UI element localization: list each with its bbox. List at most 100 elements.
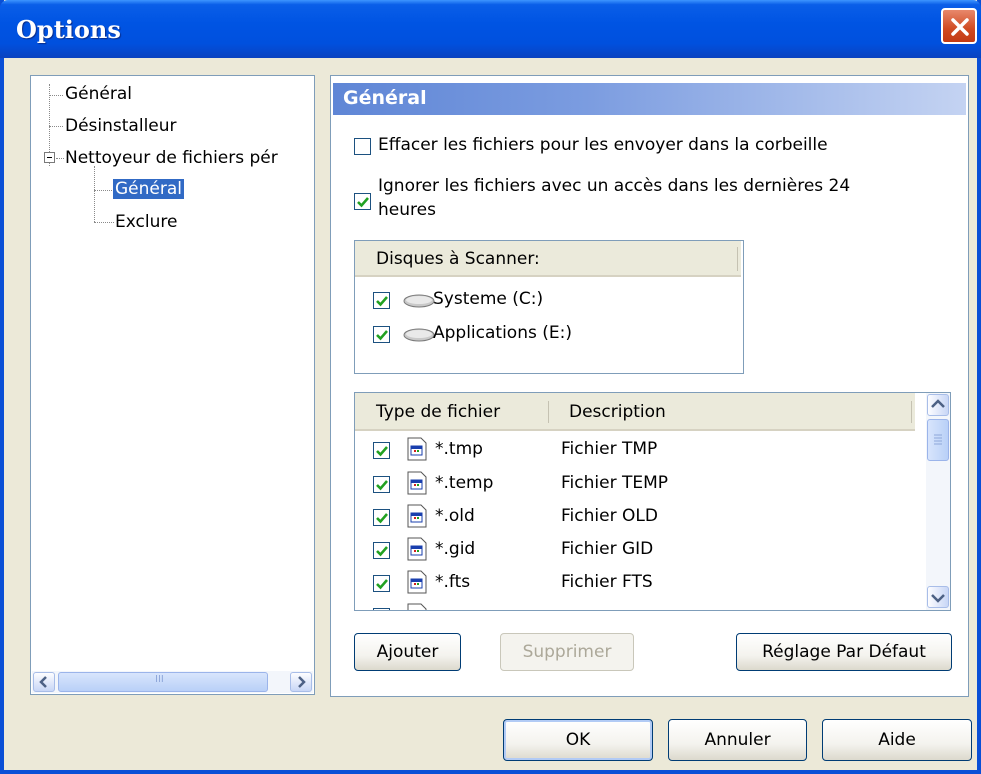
column-header-description[interactable]: Description (569, 402, 666, 422)
tree-item-label: Nettoyeur de fichiers pér (65, 148, 278, 168)
column-separator[interactable] (911, 401, 912, 423)
scroll-grip: III (155, 674, 164, 685)
title-bar[interactable]: Options (0, 0, 981, 58)
recycle-bin-label: Effacer les fichiers pour les envoyer da… (378, 135, 828, 155)
chevron-left-icon (39, 676, 47, 688)
row-checkbox[interactable] (373, 575, 390, 592)
window-title: Options (16, 15, 121, 44)
panel-header: Général (333, 83, 966, 115)
tree-connector (49, 95, 63, 96)
file-types-header: Type de fichier Description (355, 393, 915, 431)
tree-item-uninstaller[interactable]: Désinstalleur (65, 116, 177, 136)
tree-connector (94, 222, 114, 223)
drive-e-checkbox[interactable] (373, 326, 390, 343)
drive-c-label: Systeme (C:) (433, 289, 544, 309)
close-button[interactable] (941, 8, 977, 44)
ok-button[interactable]: OK (503, 719, 653, 761)
scroll-left-button[interactable] (33, 672, 55, 692)
scroll-grip-icon (934, 434, 942, 445)
chevron-right-icon (298, 676, 306, 688)
file-description: Fichier TMP (561, 439, 658, 459)
tree-connector (49, 126, 63, 127)
table-row[interactable]: *.temp Fichier TEMP (355, 467, 915, 501)
column-separator[interactable] (548, 401, 549, 423)
tree-item-general[interactable]: Général (65, 84, 132, 104)
recycle-bin-checkbox[interactable] (354, 138, 371, 155)
checkmark-icon (357, 197, 369, 208)
settings-panel: Général Effacer les fichiers pour les en… (330, 75, 969, 697)
checkmark-icon (376, 330, 388, 341)
checkmark-icon (376, 513, 388, 524)
tree-connector (56, 158, 64, 159)
close-icon (951, 18, 969, 36)
scroll-thumb[interactable]: III (58, 672, 268, 692)
chevron-down-icon (931, 594, 945, 603)
drives-header[interactable]: Disques à Scanner: (355, 241, 741, 277)
checkmark-icon (376, 296, 388, 307)
drive-e-label: Applications (E:) (433, 323, 572, 343)
file-description: Fichier FTS (561, 572, 653, 592)
file-list-vertical-scrollbar[interactable] (926, 393, 950, 610)
remove-button[interactable]: Supprimer (500, 633, 634, 671)
checkmark-icon (376, 579, 388, 590)
file-description: Fichier OLD (561, 506, 658, 526)
table-row[interactable]: *.fts Fichier FTS (355, 566, 915, 600)
scroll-thumb[interactable] (927, 419, 949, 461)
row-checkbox[interactable] (373, 608, 390, 610)
tree-item-label: Général (113, 179, 184, 199)
file-type-label: *.fts (435, 572, 471, 592)
tree-item-exclude[interactable]: Exclure (115, 212, 177, 232)
file-type-icon (407, 537, 427, 561)
file-description: Fichier GID (561, 539, 654, 559)
row-checkbox[interactable] (373, 542, 390, 559)
cancel-button[interactable]: Annuler (668, 719, 807, 761)
row-checkbox[interactable] (373, 442, 390, 459)
drive-icon (403, 328, 435, 342)
chevron-up-icon (931, 399, 945, 408)
file-types-list[interactable]: Type de fichier Description *.tmp Fichie… (354, 392, 951, 611)
collapse-toggle[interactable] (44, 152, 55, 163)
tree-horizontal-scrollbar[interactable]: III (32, 671, 313, 693)
tree-connector (94, 190, 114, 191)
add-button[interactable]: Ajouter (354, 633, 461, 671)
table-row[interactable]: *.old Fichier OLD (355, 500, 915, 534)
file-type-label: *.old (435, 506, 475, 526)
file-type-label: *.tmp (435, 439, 483, 459)
file-type-label: *.temp (435, 473, 494, 493)
tree-item-label: Général (65, 84, 132, 104)
table-row[interactable]: *.tmp Fichier TMP (355, 433, 915, 467)
checkmark-icon (376, 546, 388, 557)
options-tree[interactable]: Général Désinstalleur Nettoyeur de fichi… (30, 75, 315, 695)
reset-defaults-button[interactable]: Réglage Par Défaut (736, 633, 952, 671)
drives-header-label: Disques à Scanner: (376, 249, 540, 269)
ignore-recent-label-line1: Ignorer les fichiers avec un accès dans … (378, 176, 851, 196)
tree-item-label: Exclure (115, 212, 178, 232)
row-checkbox[interactable] (373, 476, 390, 493)
help-button[interactable]: Aide (822, 719, 972, 761)
options-dialog: Options Général Désinstalleur Nettoyeur … (0, 0, 981, 774)
checkmark-icon (376, 446, 388, 457)
file-type-icon (407, 570, 427, 594)
tree-item-cleaner-general[interactable]: Général (113, 179, 184, 199)
ignore-recent-checkbox[interactable] (354, 193, 371, 210)
panel-title: Général (343, 87, 427, 109)
table-row[interactable] (355, 599, 915, 610)
drive-icon (403, 294, 435, 308)
table-row[interactable]: *.gid Fichier GID (355, 533, 915, 567)
column-header-type[interactable]: Type de fichier (376, 402, 500, 422)
file-description: Fichier TEMP (561, 473, 669, 493)
scroll-right-button[interactable] (290, 672, 312, 692)
tree-item-file-cleaner[interactable]: Nettoyeur de fichiers pér (65, 148, 278, 168)
file-type-icon (407, 471, 427, 495)
drive-c-checkbox[interactable] (373, 292, 390, 309)
tree-connector (94, 166, 95, 222)
scroll-down-button[interactable] (927, 586, 949, 608)
file-type-icon (407, 603, 427, 610)
tree-item-label: Désinstalleur (65, 116, 177, 136)
scroll-up-button[interactable] (927, 394, 949, 416)
ignore-recent-label-line2: heures (378, 200, 436, 220)
file-type-label: *.gid (435, 539, 476, 559)
row-checkbox[interactable] (373, 509, 390, 526)
file-type-icon (407, 504, 427, 528)
drives-list[interactable]: Disques à Scanner: Systeme (C:) Applicat… (354, 240, 744, 374)
